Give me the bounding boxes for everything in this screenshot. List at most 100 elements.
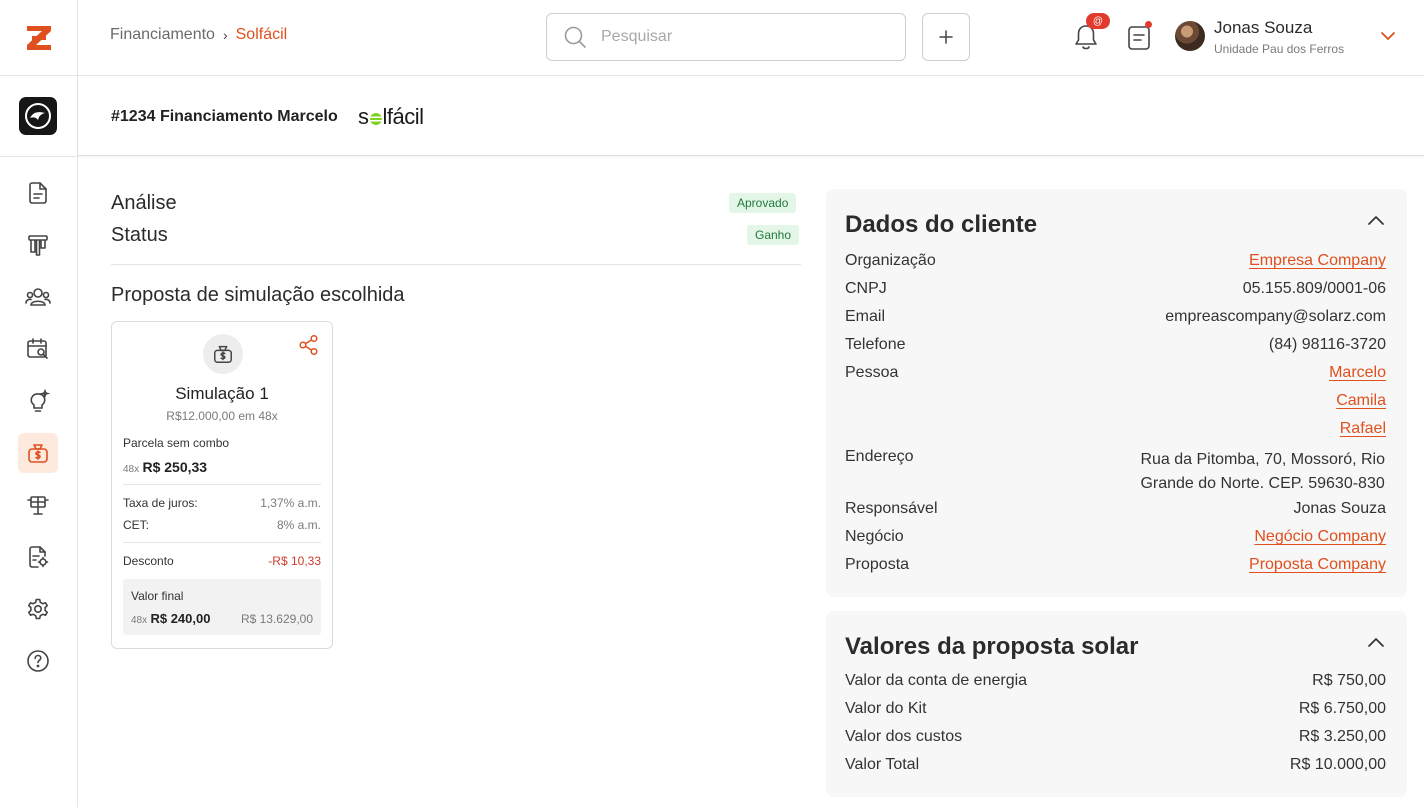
pessoa-link-camila[interactable]: Camila bbox=[1336, 392, 1386, 410]
sidebar-item-solar[interactable] bbox=[18, 485, 58, 525]
money-bag-icon bbox=[28, 444, 48, 463]
negocio-label: Negócio bbox=[845, 528, 904, 545]
gear-icon bbox=[28, 598, 48, 620]
sidebar-item-reports[interactable] bbox=[18, 537, 58, 577]
kit-label: Valor do Kit bbox=[845, 700, 927, 717]
search-input[interactable] bbox=[601, 28, 881, 46]
app-logo[interactable] bbox=[0, 0, 78, 76]
breadcrumb-financiamento[interactable]: Financiamento bbox=[110, 26, 215, 44]
analise-label: Análise bbox=[111, 192, 177, 214]
tasks-dot bbox=[1145, 21, 1152, 28]
top-bar: Financiamento › Solfácil @ Jonas Souza U… bbox=[0, 0, 1424, 76]
notification-badge: @ bbox=[1086, 13, 1110, 29]
interest-value: 1,37% a.m. bbox=[260, 496, 321, 510]
sidebar-item-financing[interactable] bbox=[18, 433, 58, 473]
money-bag-icon bbox=[214, 345, 232, 363]
final-count: 48x bbox=[131, 615, 148, 626]
client-data-panel: Dados do cliente Organização Empresa Com… bbox=[826, 189, 1407, 597]
people-icon bbox=[25, 288, 51, 306]
cnpj-label: CNPJ bbox=[845, 280, 887, 297]
help-icon bbox=[27, 650, 49, 672]
conta-energia-value: R$ 750,00 bbox=[1312, 672, 1386, 689]
simulation-card[interactable]: Simulação 1 R$12.000,00 em 48x Parcela s… bbox=[111, 321, 333, 649]
lightbulb-icon bbox=[30, 389, 50, 412]
page-title: #1234 Financiamento Marcelo bbox=[111, 108, 338, 125]
kanban-icon bbox=[28, 235, 48, 256]
final-label: Valor final bbox=[131, 589, 184, 603]
document-icon bbox=[29, 182, 47, 204]
total-label: Valor Total bbox=[845, 756, 920, 773]
user-name[interactable]: Jonas Souza bbox=[1214, 18, 1312, 38]
brand-logo-start: s bbox=[358, 104, 369, 129]
avatar[interactable] bbox=[1175, 21, 1205, 51]
endereco-line-2: Grande do Norte. CEP. 59630-830 bbox=[1140, 475, 1385, 492]
installment-row: 48x R$ 250,33 bbox=[123, 459, 207, 475]
proposta-label: Proposta bbox=[845, 556, 910, 573]
client-panel-title: Dados do cliente bbox=[845, 211, 1038, 238]
solar-panel-icon bbox=[27, 496, 49, 515]
chevron-up-icon[interactable] bbox=[1367, 215, 1385, 227]
negocio-link[interactable]: Negócio Company bbox=[1254, 528, 1386, 546]
section-title: Proposta de simulação escolhida bbox=[111, 284, 405, 306]
total-value: R$ 10.000,00 bbox=[1289, 756, 1386, 773]
organizacao-label: Organização bbox=[845, 252, 936, 269]
share-icon[interactable] bbox=[298, 334, 320, 356]
email-value: empreascompany@solarz.com bbox=[1165, 308, 1386, 325]
chevron-up-icon[interactable] bbox=[1367, 637, 1385, 649]
add-button[interactable] bbox=[922, 13, 970, 61]
company-logo[interactable] bbox=[19, 97, 57, 135]
cet-label: CET: bbox=[123, 518, 150, 532]
pessoa-link-rafael[interactable]: Rafael bbox=[1340, 420, 1386, 438]
final-total: R$ 13.629,00 bbox=[240, 612, 313, 626]
breadcrumb-current[interactable]: Solfácil bbox=[236, 26, 288, 44]
sidebar-item-ideas[interactable] bbox=[18, 381, 58, 421]
simulation-subtitle: R$12.000,00 em 48x bbox=[166, 409, 278, 423]
final-installment-row: 48x R$ 240,00 bbox=[131, 611, 210, 626]
sun-icon bbox=[369, 113, 382, 125]
proposta-link[interactable]: Proposta Company bbox=[1249, 556, 1386, 574]
sidebar-item-documents[interactable] bbox=[18, 173, 58, 213]
pessoa-label: Pessoa bbox=[845, 364, 899, 381]
conta-energia-label: Valor da conta de energia bbox=[845, 672, 1028, 689]
responsavel-label: Responsável bbox=[845, 500, 938, 517]
interest-label: Taxa de juros: bbox=[123, 496, 198, 510]
card-divider bbox=[123, 484, 321, 485]
responsavel-value: Jonas Souza bbox=[1293, 500, 1386, 517]
search-icon bbox=[564, 26, 586, 48]
organizacao-link[interactable]: Empresa Company bbox=[1249, 252, 1386, 270]
final-installment: R$ 240,00 bbox=[150, 611, 211, 626]
document-gear-icon bbox=[29, 546, 49, 568]
installment-label: Parcela sem combo bbox=[123, 436, 230, 450]
user-unit: Unidade Pau dos Ferros bbox=[1214, 42, 1345, 56]
card-divider bbox=[123, 542, 321, 543]
solar-panel-title: Valores da proposta solar bbox=[845, 633, 1139, 660]
sidebar-item-people[interactable] bbox=[18, 277, 58, 317]
breadcrumb-separator: › bbox=[222, 27, 228, 43]
section-divider bbox=[111, 264, 801, 265]
telefone-label: Telefone bbox=[845, 336, 906, 353]
page-header: #1234 Financiamento Marcelo s lfácil bbox=[78, 76, 1424, 156]
status-badge: Ganho bbox=[747, 225, 800, 245]
discount-value: -R$ 10,33 bbox=[268, 554, 321, 568]
final-value-box: Valor final 48x R$ 240,00 R$ 13.629,00 bbox=[123, 579, 321, 635]
breadcrumb: Financiamento › Solfácil bbox=[110, 26, 287, 44]
sidebar-item-settings[interactable] bbox=[18, 589, 58, 629]
custos-label: Valor dos custos bbox=[845, 728, 963, 745]
analise-status-badge: Aprovado bbox=[729, 193, 797, 213]
sidebar-item-calendar[interactable] bbox=[18, 329, 58, 369]
sidebar bbox=[0, 76, 78, 807]
calendar-search-icon bbox=[27, 338, 48, 359]
sidebar-item-kanban[interactable] bbox=[18, 225, 58, 265]
sidebar-item-help[interactable] bbox=[18, 641, 58, 681]
pessoa-link-marcelo[interactable]: Marcelo bbox=[1329, 364, 1386, 382]
telefone-value: (84) 98116-3720 bbox=[1268, 336, 1386, 353]
custos-value: R$ 3.250,00 bbox=[1298, 728, 1386, 745]
simulation-title: Simulação 1 bbox=[175, 384, 269, 403]
endereco-label: Endereço bbox=[845, 448, 914, 465]
simulation-icon-wrap bbox=[203, 334, 243, 374]
discount-label: Desconto bbox=[123, 554, 174, 568]
brand-logo-end: lfácil bbox=[382, 104, 425, 129]
search-box[interactable] bbox=[546, 13, 906, 61]
chevron-down-icon[interactable] bbox=[1380, 30, 1396, 42]
endereco-value: Rua da Pitomba, 70, Mossoró, Rio Grande … bbox=[1140, 448, 1385, 496]
